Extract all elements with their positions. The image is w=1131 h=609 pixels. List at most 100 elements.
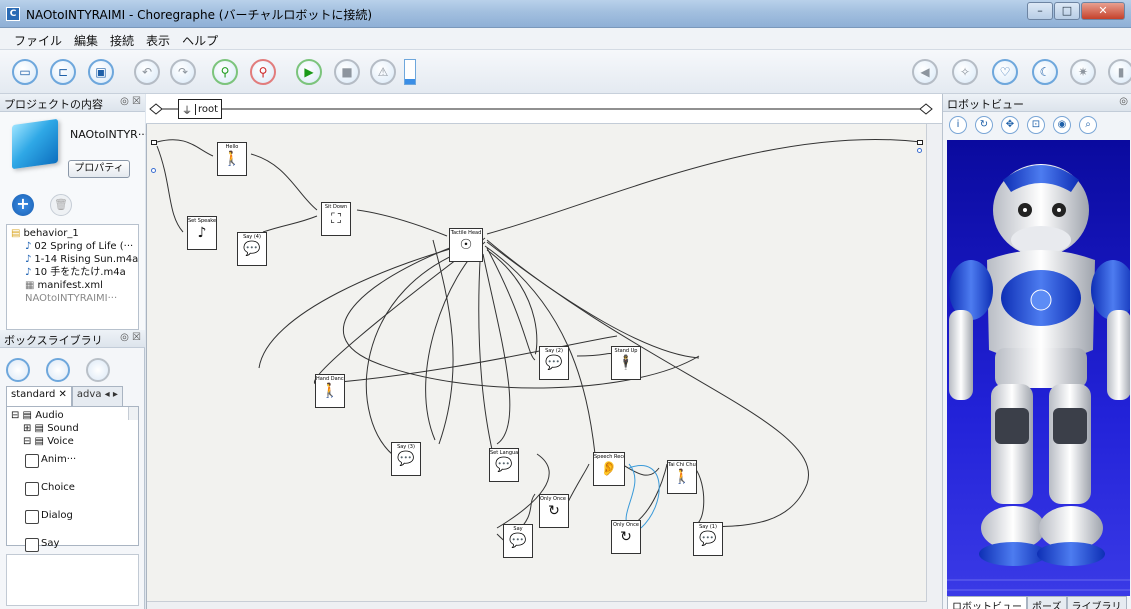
box-say-3[interactable]: Say (3) 💬 bbox=[391, 442, 421, 476]
open-library-icon[interactable] bbox=[46, 358, 70, 382]
tab-robot-view[interactable]: ロボットビュー bbox=[947, 596, 1027, 609]
breadcrumb[interactable]: ⏚ root bbox=[178, 99, 223, 119]
maximize-button[interactable]: □ bbox=[1054, 2, 1080, 20]
box-only-once[interactable]: Only Once ↻ bbox=[611, 520, 641, 554]
connect-icon[interactable]: ⚲ bbox=[212, 59, 238, 85]
box-tai-chi-chuan[interactable]: Tai Chi Chuan 🚶 bbox=[667, 460, 697, 494]
blue-wire bbox=[625, 463, 660, 529]
redo-icon[interactable]: ↷ bbox=[170, 59, 196, 85]
tab-standard[interactable]: standard ✕ bbox=[6, 386, 72, 406]
tree-item[interactable]: NAOtoINTYRAIMI··· bbox=[11, 292, 134, 305]
box-library-title: ボックスライブラリ bbox=[4, 334, 103, 347]
loop-icon: ↻ bbox=[548, 503, 560, 519]
menu-connect[interactable]: 接続 bbox=[104, 28, 140, 49]
canvas-vertical-scrollbar[interactable] bbox=[926, 124, 942, 609]
warning-icon[interactable]: ⚠ bbox=[370, 59, 396, 85]
battery-icon[interactable]: ▮ bbox=[1108, 59, 1131, 85]
stiffness-icon[interactable]: ✧ bbox=[952, 59, 978, 85]
stop-icon[interactable]: ■ bbox=[334, 59, 360, 85]
close-button[interactable]: ✕ bbox=[1081, 2, 1125, 20]
box-say[interactable]: Say 💬 bbox=[503, 524, 533, 558]
tab-library[interactable]: ライブラリ bbox=[1066, 596, 1127, 609]
box-library-area: standard ✕ adva ◂ ▸ ⊟ ▤ Audio ⊞ ▤ Sound … bbox=[0, 348, 145, 609]
disconnect-icon[interactable]: ⚲ bbox=[250, 59, 276, 85]
project-panel-title: プロジェクトの内容 bbox=[4, 98, 103, 111]
library-box-item[interactable]: Choice bbox=[11, 476, 134, 504]
zoom-icon[interactable]: ⌕ bbox=[1079, 116, 1097, 134]
library-tabs: standard ✕ adva ◂ ▸ bbox=[6, 386, 139, 406]
speech-icon: 💬 bbox=[699, 531, 717, 547]
heart-icon[interactable]: ♡ bbox=[992, 59, 1018, 85]
open-project-icon[interactable]: ⊏ bbox=[50, 59, 76, 85]
canvas-horizontal-scrollbar[interactable] bbox=[147, 601, 927, 609]
tree-item[interactable]: 1-14 Rising Sun.m4a bbox=[11, 253, 138, 266]
rest-icon[interactable]: ☾ bbox=[1032, 59, 1058, 85]
library-box-item[interactable]: Anim··· bbox=[11, 448, 134, 476]
toolbar: ▭ ⊏ ▣ ↶ ↷ ⚲ ⚲ ▶ ■ ⚠ ◀ ✧ ♡ ☾ ✷ ▮ bbox=[0, 50, 1131, 94]
project-cube-icon bbox=[12, 118, 58, 170]
walk-icon: 🚶 bbox=[673, 469, 691, 485]
camera-icon[interactable]: ◉ bbox=[1053, 116, 1071, 134]
head-touch-icon: ☉ bbox=[459, 237, 473, 253]
tree-item[interactable]: 02 Spring of Life (··· bbox=[11, 240, 134, 253]
panel-controls-icon[interactable]: ◎ ☒ bbox=[120, 96, 141, 107]
tab-advanced[interactable]: adva ◂ ▸ bbox=[71, 386, 123, 406]
rotate-icon[interactable]: ↻ bbox=[975, 116, 993, 134]
settings-icon[interactable]: ✷ bbox=[1070, 59, 1096, 85]
new-library-icon[interactable] bbox=[6, 358, 30, 382]
library-scrollbar[interactable] bbox=[128, 407, 138, 420]
ear-icon: 👂 bbox=[600, 461, 618, 477]
add-file-icon[interactable]: + bbox=[12, 194, 34, 216]
box-tactile-head[interactable]: Tactile Head ☉ bbox=[449, 228, 483, 262]
new-project-icon[interactable]: ▭ bbox=[12, 59, 38, 85]
menu-help[interactable]: ヘルプ bbox=[176, 28, 224, 49]
minimize-button[interactable]: – bbox=[1027, 2, 1053, 20]
flow-diagram-canvas[interactable]: Hello 🚶 Set Speaker Vol. ♪ Say (4) 💬 Sit… bbox=[146, 124, 942, 609]
box-only-once-2[interactable]: Only Once (2) ↻ bbox=[539, 494, 569, 528]
menu-edit[interactable]: 編集 bbox=[68, 28, 104, 49]
box-stand-up[interactable]: Stand Up 🕴 bbox=[611, 346, 641, 380]
behavior-output-pin[interactable] bbox=[917, 140, 923, 145]
library-box-item[interactable]: Dialog bbox=[11, 504, 134, 532]
zoom-fit-icon[interactable]: ⊡ bbox=[1027, 116, 1045, 134]
move-icon[interactable]: ✥ bbox=[1001, 116, 1019, 134]
library-folder-sound[interactable]: ⊞ ▤ Sound bbox=[11, 422, 134, 435]
box-set-speaker-vol[interactable]: Set Speaker Vol. ♪ bbox=[187, 216, 217, 250]
speech-icon: 💬 bbox=[495, 457, 513, 473]
info-icon[interactable]: i bbox=[949, 116, 967, 134]
speaker-icon[interactable]: ◀ bbox=[912, 59, 938, 85]
behavior-onstop-pin[interactable] bbox=[151, 168, 156, 173]
box-hand-dance[interactable]: Hand Dance 🚶 bbox=[315, 374, 345, 408]
undo-icon[interactable]: ↶ bbox=[134, 59, 160, 85]
behavior-icon: ⏚ bbox=[182, 105, 192, 117]
robot-3d-view[interactable] bbox=[947, 140, 1130, 596]
menu-file[interactable]: ファイル bbox=[8, 28, 68, 49]
save-library-icon[interactable] bbox=[86, 358, 110, 382]
project-tree: behavior_1 02 Spring of Life (··· 1-14 R… bbox=[6, 224, 139, 330]
box-say-4[interactable]: Say (4) 💬 bbox=[237, 232, 267, 266]
flow-diagram-header: ⏚ root bbox=[146, 94, 942, 124]
delete-file-icon[interactable]: 🗑 bbox=[50, 194, 72, 216]
save-project-icon[interactable]: ▣ bbox=[88, 59, 114, 85]
box-sit-down[interactable]: Sit Down ⛶ bbox=[321, 202, 351, 236]
box-set-language[interactable]: Set Language 💬 bbox=[489, 448, 519, 482]
tab-pose[interactable]: ポーズ bbox=[1027, 596, 1067, 609]
panel-controls-icon[interactable]: ◎ ☒ bbox=[120, 332, 141, 343]
box-say-2[interactable]: Say (2) 💬 bbox=[539, 346, 569, 380]
behavior-output-pin-2[interactable] bbox=[917, 148, 922, 153]
library-folder-voice[interactable]: ⊟ ▤ Voice bbox=[11, 435, 134, 448]
tree-item[interactable]: behavior_1 bbox=[11, 227, 134, 240]
box-speech-reco[interactable]: Speech Reco. 👂 bbox=[593, 452, 625, 486]
box-say-1[interactable]: Say (1) 💬 bbox=[693, 522, 723, 556]
robot-view-panel: ロボットビュー ◎ i ↻ ✥ ⊡ ◉ ⌕ ロボットビュー ポーズ ライブラリ bbox=[942, 94, 1131, 609]
properties-button[interactable]: プロパティ bbox=[68, 160, 130, 178]
box-hello[interactable]: Hello 🚶 bbox=[217, 142, 247, 176]
panel-controls-icon[interactable]: ◎ bbox=[1119, 96, 1128, 107]
tree-item[interactable]: manifest.xml bbox=[11, 279, 134, 292]
tree-item[interactable]: 10 手をたたけ.m4a bbox=[11, 266, 134, 279]
library-folder-audio[interactable]: ⊟ ▤ Audio bbox=[11, 409, 134, 422]
play-icon[interactable]: ▶ bbox=[296, 59, 322, 85]
loop-icon: ↻ bbox=[620, 529, 632, 545]
menu-view[interactable]: 表示 bbox=[140, 28, 176, 49]
behavior-input-pin[interactable] bbox=[151, 140, 157, 145]
